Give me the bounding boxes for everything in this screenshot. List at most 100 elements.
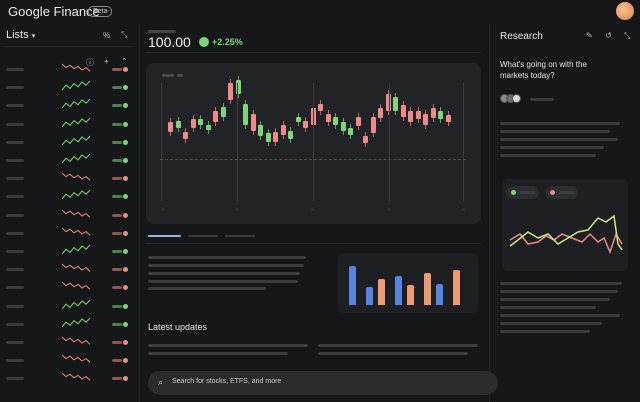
status-dot (123, 85, 128, 91)
arrow-up-icon (199, 37, 209, 47)
watchlist-row[interactable] (0, 244, 136, 258)
history-icon[interactable]: ↺ (605, 31, 612, 40)
text-placeholder (148, 280, 298, 283)
watchlist-row[interactable] (0, 135, 136, 149)
research-prompt: What's going on with the markets today? (500, 60, 587, 80)
candle (303, 120, 308, 128)
candle (280, 125, 286, 135)
status-dot (123, 303, 128, 309)
sparkline (62, 244, 91, 255)
text-placeholder (500, 290, 618, 293)
lists-title[interactable]: Lists ▾ (6, 29, 35, 41)
watchlist-row[interactable] (0, 226, 136, 240)
beta-badge: Beta (88, 6, 113, 17)
candle (318, 104, 323, 111)
watchlist-row[interactable] (0, 117, 136, 131)
baseline (160, 159, 466, 160)
watchlist-row[interactable] (0, 153, 136, 167)
text-placeholder (500, 154, 596, 157)
edit-icon[interactable]: ✎ (586, 31, 593, 40)
candle (438, 111, 443, 120)
text-placeholder (500, 314, 620, 317)
candle (415, 111, 421, 120)
status-dot (123, 176, 128, 182)
watchlist-row[interactable] (0, 353, 136, 367)
watchlist-row[interactable] (0, 98, 136, 112)
avatar[interactable] (616, 2, 634, 20)
tab[interactable] (225, 235, 255, 237)
candle (363, 136, 368, 144)
status-dot (123, 285, 128, 291)
text-placeholder (500, 298, 610, 301)
sparkline (62, 227, 91, 236)
text-placeholder (500, 122, 620, 125)
research-title: Research (500, 31, 543, 42)
watchlist-row[interactable] (0, 208, 136, 222)
sparkline (62, 117, 91, 127)
candle (295, 116, 301, 123)
status-dot (123, 194, 128, 200)
chevron-down-icon: ▾ (31, 33, 36, 40)
candle (400, 105, 406, 117)
watchlist-row[interactable] (0, 280, 136, 294)
price-chart[interactable] (146, 63, 481, 224)
search-bar[interactable]: ⌕ Search for stocks, ETFS, and more (148, 371, 498, 395)
candle (168, 122, 173, 132)
candle (183, 132, 188, 139)
gridline (313, 83, 314, 201)
text-placeholder (500, 130, 610, 133)
bar (349, 266, 356, 305)
candle (198, 119, 203, 125)
collapse-icon[interactable]: ⤡ (624, 31, 630, 41)
status-dot (123, 321, 128, 327)
bar (407, 285, 414, 305)
search-input[interactable]: Search for stocks, ETFS, and more (172, 378, 281, 385)
candle (340, 122, 346, 131)
status-dot (123, 267, 128, 273)
text-placeholder (500, 306, 596, 309)
watchlist-row[interactable] (0, 335, 136, 349)
candle (423, 113, 428, 125)
watchlist-row[interactable] (0, 262, 136, 276)
text-placeholder (318, 352, 468, 355)
text-placeholder (148, 264, 304, 267)
watchlist-row[interactable] (0, 371, 136, 385)
text-placeholder (500, 330, 590, 333)
sparkline (62, 354, 91, 363)
watchlist-row[interactable] (0, 299, 136, 313)
sparkline (62, 373, 91, 381)
candle (273, 132, 278, 142)
candle (265, 133, 271, 142)
percent-toggle[interactable]: % (103, 31, 110, 40)
gridline (161, 83, 162, 201)
status-dot (123, 340, 128, 345)
status-dot (123, 376, 128, 382)
bar (452, 269, 460, 305)
sparkline (62, 80, 91, 91)
candle (325, 113, 331, 123)
text-placeholder (148, 256, 306, 259)
status-dot (123, 249, 128, 254)
watchlist-row[interactable] (0, 317, 136, 331)
watchlist-row[interactable] (0, 171, 136, 185)
sparkline (62, 317, 91, 328)
watchlist-row[interactable] (0, 189, 136, 203)
candle (250, 113, 256, 131)
sparkline (62, 153, 91, 164)
candle (175, 120, 181, 128)
tab-active[interactable] (148, 235, 181, 237)
watchlist-row[interactable] (0, 62, 136, 76)
app-logo[interactable]: Google Finance (8, 4, 100, 19)
sparkline (62, 263, 91, 272)
search-icon: ⌕ (158, 377, 164, 387)
candle (205, 125, 211, 130)
watchlist-row[interactable] (0, 80, 136, 94)
status-dot (123, 139, 128, 145)
bar (378, 279, 385, 305)
text-placeholder (500, 146, 604, 149)
status-dot (123, 158, 128, 163)
gridline (389, 83, 390, 201)
status-dot (123, 358, 128, 364)
tab[interactable] (188, 235, 218, 237)
collapse-icon[interactable]: ⤡ (121, 30, 127, 40)
